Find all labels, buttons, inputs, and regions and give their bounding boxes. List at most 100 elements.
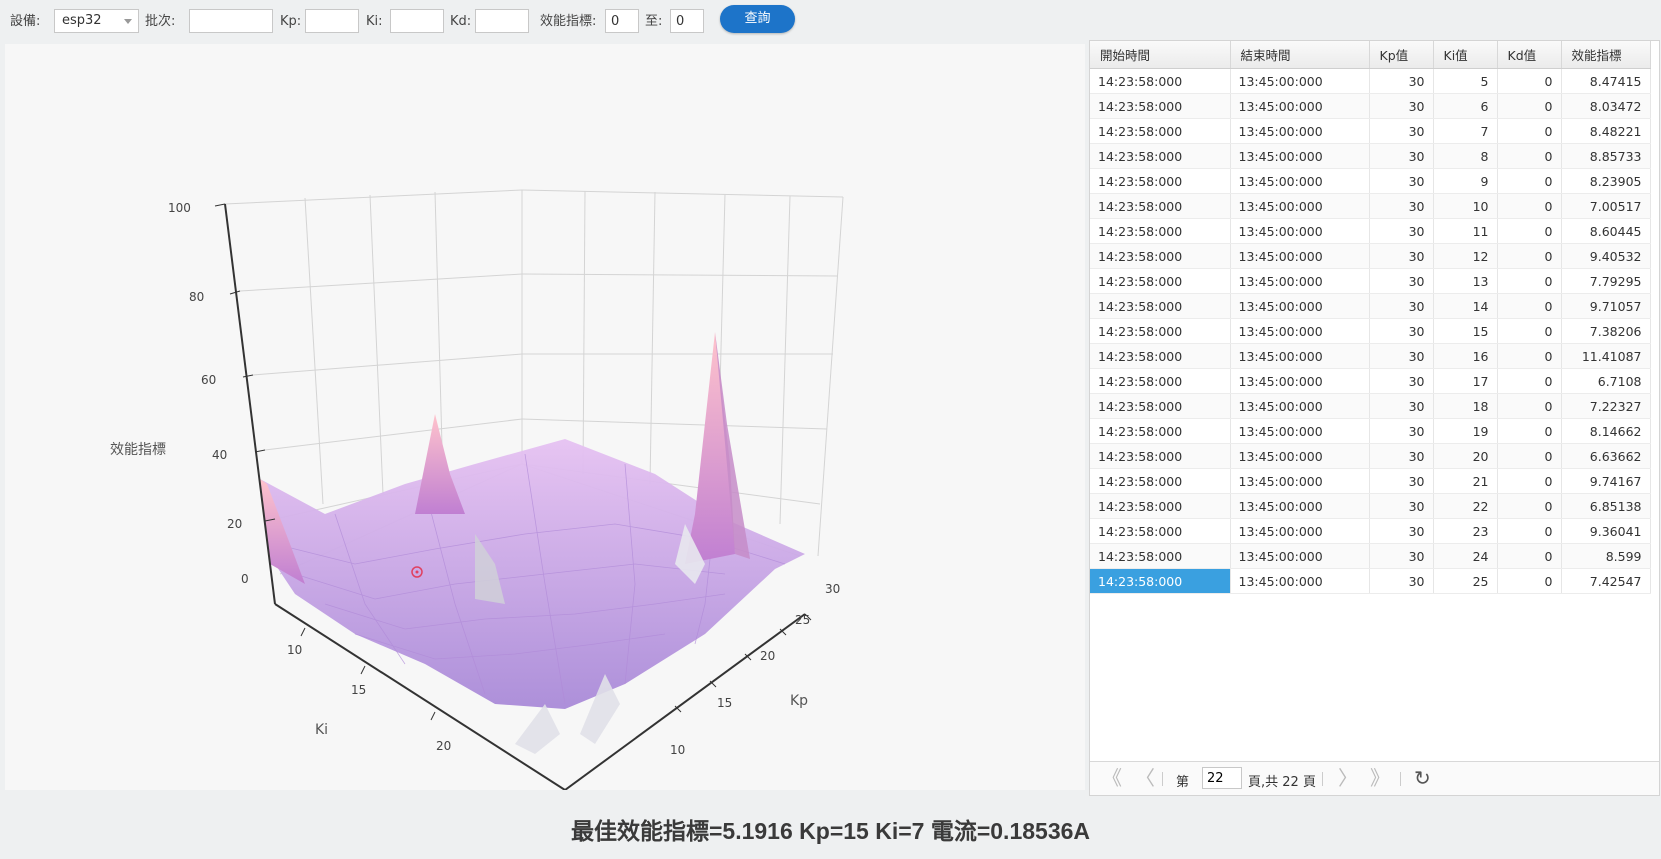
cell-ki[interactable]: 15 <box>1433 318 1498 344</box>
cell-kp[interactable]: 30 <box>1369 393 1434 419</box>
table-row[interactable]: 14:23:58:000 13:45:00:000 30 11 0 8.60445 <box>1090 218 1651 244</box>
cell-start-time[interactable]: 14:23:58:000 <box>1090 518 1231 544</box>
cell-end-time[interactable]: 13:45:00:000 <box>1230 318 1370 344</box>
cell-start-time[interactable]: 14:23:58:000 <box>1090 568 1231 594</box>
cell-kp[interactable]: 30 <box>1369 568 1434 594</box>
table-row[interactable]: 14:23:58:000 13:45:00:000 30 13 0 7.79295 <box>1090 268 1651 294</box>
next-page-icon[interactable]: 〉 <box>1338 768 1358 788</box>
cell-kd[interactable]: 0 <box>1497 468 1562 494</box>
cell-start-time[interactable]: 14:23:58:000 <box>1090 143 1231 169</box>
cell-performance[interactable]: 8.14662 <box>1561 418 1651 444</box>
cell-start-time[interactable]: 14:23:58:000 <box>1090 118 1231 144</box>
col-header-kp[interactable]: Kp值 <box>1369 41 1434 69</box>
table-row[interactable]: 14:23:58:000 13:45:00:000 30 16 0 11.41087 <box>1090 343 1651 369</box>
table-row[interactable]: 14:23:58:000 13:45:00:000 30 24 0 8.599 <box>1090 543 1651 569</box>
col-header-end-time[interactable]: 結束時間 <box>1230 41 1370 69</box>
cell-ki[interactable]: 14 <box>1433 293 1498 319</box>
cell-performance[interactable]: 9.40532 <box>1561 243 1651 269</box>
cell-kp[interactable]: 30 <box>1369 368 1434 394</box>
cell-kp[interactable]: 30 <box>1369 93 1434 119</box>
cell-start-time[interactable]: 14:23:58:000 <box>1090 243 1231 269</box>
cell-end-time[interactable]: 13:45:00:000 <box>1230 118 1370 144</box>
cell-kp[interactable]: 30 <box>1369 343 1434 369</box>
cell-performance[interactable]: 8.47415 <box>1561 68 1651 94</box>
cell-end-time[interactable]: 13:45:00:000 <box>1230 493 1370 519</box>
cell-end-time[interactable]: 13:45:00:000 <box>1230 343 1370 369</box>
cell-performance[interactable]: 7.79295 <box>1561 268 1651 294</box>
cell-start-time[interactable]: 14:23:58:000 <box>1090 68 1231 94</box>
cell-performance[interactable]: 9.74167 <box>1561 468 1651 494</box>
cell-start-time[interactable]: 14:23:58:000 <box>1090 418 1231 444</box>
cell-performance[interactable]: 8.85733 <box>1561 143 1651 169</box>
cell-ki[interactable]: 9 <box>1433 168 1498 194</box>
cell-ki[interactable]: 20 <box>1433 443 1498 469</box>
cell-ki[interactable]: 22 <box>1433 493 1498 519</box>
refresh-icon[interactable]: ↻ <box>1414 768 1431 788</box>
table-row[interactable]: 14:23:58:000 13:45:00:000 30 18 0 7.22327 <box>1090 393 1651 419</box>
cell-ki[interactable]: 8 <box>1433 143 1498 169</box>
cell-kp[interactable]: 30 <box>1369 68 1434 94</box>
batch-input[interactable] <box>189 9 273 33</box>
cell-kp[interactable]: 30 <box>1369 293 1434 319</box>
cell-end-time[interactable]: 13:45:00:000 <box>1230 68 1370 94</box>
table-row[interactable]: 14:23:58:000 13:45:00:000 30 21 0 9.74167 <box>1090 468 1651 494</box>
first-page-icon[interactable]: 《 <box>1102 768 1122 788</box>
cell-kd[interactable]: 0 <box>1497 343 1562 369</box>
cell-kd[interactable]: 0 <box>1497 193 1562 219</box>
cell-kp[interactable]: 30 <box>1369 118 1434 144</box>
cell-ki[interactable]: 19 <box>1433 418 1498 444</box>
table-row[interactable]: 14:23:58:000 13:45:00:000 30 20 0 6.63662 <box>1090 443 1651 469</box>
cell-start-time[interactable]: 14:23:58:000 <box>1090 93 1231 119</box>
cell-kd[interactable]: 0 <box>1497 568 1562 594</box>
cell-performance[interactable]: 7.38206 <box>1561 318 1651 344</box>
cell-kp[interactable]: 30 <box>1369 543 1434 569</box>
cell-ki[interactable]: 13 <box>1433 268 1498 294</box>
table-row[interactable]: 14:23:58:000 13:45:00:000 30 5 0 8.47415 <box>1090 68 1651 94</box>
cell-ki[interactable]: 21 <box>1433 468 1498 494</box>
table-row[interactable]: 14:23:58:000 13:45:00:000 30 8 0 8.85733 <box>1090 143 1651 169</box>
cell-end-time[interactable]: 13:45:00:000 <box>1230 418 1370 444</box>
cell-start-time[interactable]: 14:23:58:000 <box>1090 218 1231 244</box>
cell-end-time[interactable]: 13:45:00:000 <box>1230 143 1370 169</box>
prev-page-icon[interactable]: 〈 <box>1135 768 1155 788</box>
cell-end-time[interactable]: 13:45:00:000 <box>1230 193 1370 219</box>
cell-end-time[interactable]: 13:45:00:000 <box>1230 568 1370 594</box>
cell-performance[interactable]: 7.00517 <box>1561 193 1651 219</box>
cell-performance[interactable]: 7.22327 <box>1561 393 1651 419</box>
cell-kp[interactable]: 30 <box>1369 268 1434 294</box>
table-row[interactable]: 14:23:58:000 13:45:00:000 30 23 0 9.36041 <box>1090 518 1651 544</box>
cell-kd[interactable]: 0 <box>1497 443 1562 469</box>
cell-end-time[interactable]: 13:45:00:000 <box>1230 368 1370 394</box>
cell-end-time[interactable]: 13:45:00:000 <box>1230 168 1370 194</box>
table-row[interactable]: 14:23:58:000 13:45:00:000 30 15 0 7.38206 <box>1090 318 1651 344</box>
cell-kd[interactable]: 0 <box>1497 268 1562 294</box>
perf-from-input[interactable] <box>605 9 639 33</box>
cell-start-time[interactable]: 14:23:58:000 <box>1090 343 1231 369</box>
cell-kd[interactable]: 0 <box>1497 218 1562 244</box>
cell-kd[interactable]: 0 <box>1497 393 1562 419</box>
ki-input[interactable] <box>390 9 444 33</box>
cell-start-time[interactable]: 14:23:58:000 <box>1090 318 1231 344</box>
cell-performance[interactable]: 8.60445 <box>1561 218 1651 244</box>
cell-start-time[interactable]: 14:23:58:000 <box>1090 368 1231 394</box>
cell-kp[interactable]: 30 <box>1369 443 1434 469</box>
cell-kd[interactable]: 0 <box>1497 493 1562 519</box>
cell-ki[interactable]: 10 <box>1433 193 1498 219</box>
cell-start-time[interactable]: 14:23:58:000 <box>1090 293 1231 319</box>
cell-end-time[interactable]: 13:45:00:000 <box>1230 243 1370 269</box>
cell-kd[interactable]: 0 <box>1497 243 1562 269</box>
cell-kp[interactable]: 30 <box>1369 468 1434 494</box>
cell-ki[interactable]: 18 <box>1433 393 1498 419</box>
cell-start-time[interactable]: 14:23:58:000 <box>1090 193 1231 219</box>
cell-ki[interactable]: 16 <box>1433 343 1498 369</box>
cell-end-time[interactable]: 13:45:00:000 <box>1230 218 1370 244</box>
cell-end-time[interactable]: 13:45:00:000 <box>1230 268 1370 294</box>
cell-kp[interactable]: 30 <box>1369 168 1434 194</box>
table-row[interactable]: 14:23:58:000 13:45:00:000 30 22 0 6.85138 <box>1090 493 1651 519</box>
cell-kd[interactable]: 0 <box>1497 143 1562 169</box>
cell-kd[interactable]: 0 <box>1497 518 1562 544</box>
table-row[interactable]: 14:23:58:000 13:45:00:000 30 19 0 8.14662 <box>1090 418 1651 444</box>
table-row[interactable]: 14:23:58:000 13:45:00:000 30 25 0 7.42547 <box>1090 568 1651 594</box>
table-row[interactable]: 14:23:58:000 13:45:00:000 30 6 0 8.03472 <box>1090 93 1651 119</box>
cell-start-time[interactable]: 14:23:58:000 <box>1090 168 1231 194</box>
